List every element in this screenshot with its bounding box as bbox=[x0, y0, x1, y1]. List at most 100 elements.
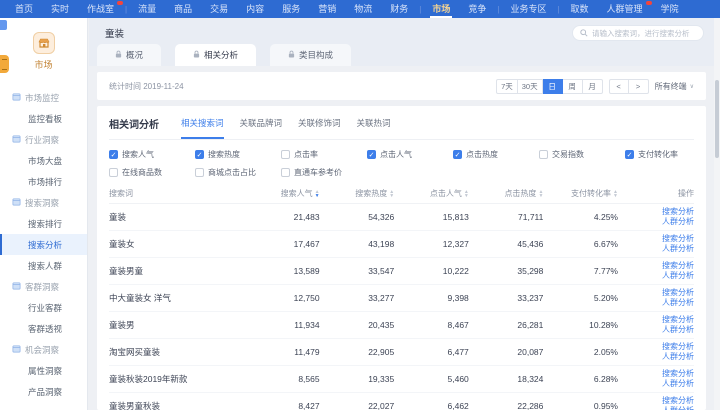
action-link-0[interactable]: 搜索分析 bbox=[662, 342, 694, 352]
column-header-label: 点击热度 bbox=[504, 189, 536, 198]
sort-arrows-icon[interactable]: ▲▼ bbox=[389, 190, 394, 198]
checkbox-icon[interactable] bbox=[539, 150, 548, 159]
vertical-scrollbar[interactable] bbox=[714, 18, 720, 410]
nav-item-16[interactable]: 业务专区 bbox=[501, 0, 555, 18]
nav-item-0[interactable]: 首页 bbox=[6, 0, 42, 18]
nav-item-8[interactable]: 服务 bbox=[273, 0, 309, 18]
sidebar-item-10[interactable]: 行业客群 bbox=[0, 297, 87, 318]
metric-checkbox-2[interactable]: 点击率 bbox=[281, 149, 367, 160]
scrollbar-thumb[interactable] bbox=[715, 80, 719, 158]
metric-label: 点击热度 bbox=[466, 149, 498, 160]
action-link-0[interactable]: 搜索分析 bbox=[662, 315, 694, 325]
metric-checkbox-6[interactable]: ✓支付转化率 bbox=[625, 149, 706, 160]
sidebar-item-8[interactable]: 搜索人群 bbox=[0, 255, 87, 276]
nav-item-4[interactable]: 流量 bbox=[129, 0, 165, 18]
sidebar-item-13[interactable]: 属性洞察 bbox=[0, 360, 87, 381]
nav-item-18[interactable]: 取数 bbox=[562, 0, 598, 18]
nav-item-13[interactable]: 市场 bbox=[423, 0, 459, 18]
panel-tab-1[interactable]: 关联品牌词 bbox=[240, 117, 283, 139]
action-link-0[interactable]: 搜索分析 bbox=[662, 207, 694, 217]
action-link-1[interactable]: 人群分析 bbox=[662, 271, 694, 281]
nav-item-1[interactable]: 实时 bbox=[42, 0, 78, 18]
range-button-1[interactable]: 30天 bbox=[518, 79, 543, 94]
date-range-segment: 7天30天日周月 bbox=[496, 79, 603, 94]
nav-item-20[interactable]: 学院 bbox=[652, 0, 688, 18]
action-link-1[interactable]: 人群分析 bbox=[662, 217, 694, 227]
nav-item-10[interactable]: 物流 bbox=[345, 0, 381, 18]
action-link-0[interactable]: 搜索分析 bbox=[662, 369, 694, 379]
sidebar-item-11[interactable]: 客群透视 bbox=[0, 318, 87, 339]
sidebar-item-3[interactable]: 市场大盘 bbox=[0, 150, 87, 171]
sort-arrows-icon[interactable]: ▲▼ bbox=[464, 190, 469, 198]
checkbox-icon[interactable] bbox=[281, 168, 290, 177]
metric-checkbox-0[interactable]: ✓搜索人气 bbox=[109, 149, 195, 160]
action-link-0[interactable]: 搜索分析 bbox=[662, 261, 694, 271]
floating-side-tag[interactable] bbox=[0, 55, 9, 73]
prev-page-button[interactable]: < bbox=[609, 79, 629, 94]
search-input[interactable] bbox=[592, 29, 696, 38]
checkbox-icon[interactable] bbox=[195, 168, 204, 177]
action-link-1[interactable]: 人群分析 bbox=[662, 379, 694, 389]
next-page-button[interactable]: > bbox=[629, 79, 649, 94]
sort-arrows-icon[interactable]: ▲▼ bbox=[315, 190, 320, 198]
column-header-2[interactable]: 搜索热度▲▼ bbox=[334, 188, 409, 199]
page-tab-2[interactable]: 类目构成 bbox=[270, 44, 351, 66]
action-link-1[interactable]: 人群分析 bbox=[662, 406, 694, 410]
page-tab-0[interactable]: 概况 bbox=[97, 44, 161, 66]
action-link-0[interactable]: 搜索分析 bbox=[662, 288, 694, 298]
related-words-panel: 相关词分析 相关搜索词关联品牌词关联修饰词关联热词 ✓搜索人气✓搜索热度点击率✓… bbox=[97, 106, 706, 410]
nav-item-6[interactable]: 交易 bbox=[201, 0, 237, 18]
metric-checkbox-7[interactable]: 在线商品数 bbox=[109, 167, 195, 178]
column-header-1[interactable]: 搜索人气▲▼ bbox=[259, 188, 334, 199]
column-header-3[interactable]: 点击人气▲▼ bbox=[408, 188, 483, 199]
range-button-0[interactable]: 7天 bbox=[496, 79, 518, 94]
sidebar-item-14[interactable]: 产品洞察 bbox=[0, 381, 87, 402]
metric-checkbox-5[interactable]: 交易指数 bbox=[539, 149, 625, 160]
checkbox-icon[interactable]: ✓ bbox=[367, 150, 376, 159]
action-link-1[interactable]: 人群分析 bbox=[662, 298, 694, 308]
sidebar-item-6[interactable]: 搜索排行 bbox=[0, 213, 87, 234]
action-link-0[interactable]: 搜索分析 bbox=[662, 396, 694, 406]
metric-checkbox-8[interactable]: 商城点击占比 bbox=[195, 167, 281, 178]
action-cell: 搜索分析人群分析 bbox=[632, 369, 694, 389]
checkbox-icon[interactable]: ✓ bbox=[625, 150, 634, 159]
checkbox-icon[interactable]: ✓ bbox=[453, 150, 462, 159]
nav-item-2[interactable]: 作战室 bbox=[78, 0, 123, 18]
action-link-1[interactable]: 人群分析 bbox=[662, 325, 694, 335]
column-header-5[interactable]: 支付转化率▲▼ bbox=[557, 188, 632, 199]
column-header-4[interactable]: 点击热度▲▼ bbox=[483, 188, 558, 199]
checkbox-icon[interactable]: ✓ bbox=[195, 150, 204, 159]
checkbox-icon[interactable]: ✓ bbox=[109, 150, 118, 159]
nav-item-19[interactable]: 人群管理 bbox=[598, 0, 652, 18]
panel-tab-2[interactable]: 关联修饰词 bbox=[298, 117, 341, 139]
metric-checkbox-9[interactable]: 直通车参考价 bbox=[281, 167, 367, 178]
nav-item-5[interactable]: 商品 bbox=[165, 0, 201, 18]
checkbox-icon[interactable] bbox=[109, 168, 118, 177]
terminal-filter-dropdown[interactable]: 所有终端 ∨ bbox=[655, 81, 694, 92]
keyword-search-box[interactable] bbox=[572, 25, 704, 41]
sidebar-item-1[interactable]: 监控看板 bbox=[0, 108, 87, 129]
panel-tab-0[interactable]: 相关搜索词 bbox=[181, 117, 224, 139]
metric-checkbox-3[interactable]: ✓点击人气 bbox=[367, 149, 453, 160]
metric-checkbox-4[interactable]: ✓ 点击热度 bbox=[453, 149, 539, 160]
action-link-0[interactable]: 搜索分析 bbox=[662, 234, 694, 244]
nav-item-9[interactable]: 营销 bbox=[309, 0, 345, 18]
nav-item-11[interactable]: 财务 bbox=[381, 0, 417, 18]
range-button-2[interactable]: 日 bbox=[543, 79, 563, 94]
lock-icon bbox=[288, 50, 295, 60]
action-link-1[interactable]: 人群分析 bbox=[662, 244, 694, 254]
range-button-4[interactable]: 月 bbox=[583, 79, 603, 94]
action-link-1[interactable]: 人群分析 bbox=[662, 352, 694, 362]
nav-item-14[interactable]: 竞争 bbox=[459, 0, 495, 18]
range-button-3[interactable]: 周 bbox=[563, 79, 583, 94]
sidebar-item-7[interactable]: 搜索分析 bbox=[0, 234, 87, 255]
sidebar-item-4[interactable]: 市场排行 bbox=[0, 171, 87, 192]
panel-tab-3[interactable]: 关联热词 bbox=[357, 117, 391, 139]
nav-item-7[interactable]: 内容 bbox=[237, 0, 273, 18]
sort-arrows-icon[interactable]: ▲▼ bbox=[613, 190, 618, 198]
checkbox-icon[interactable] bbox=[281, 150, 290, 159]
page-tab-1[interactable]: 相关分析 bbox=[175, 44, 256, 66]
value-cell-2: 9,398 bbox=[408, 293, 483, 303]
metric-checkbox-1[interactable]: ✓搜索热度 bbox=[195, 149, 281, 160]
sort-arrows-icon[interactable]: ▲▼ bbox=[538, 190, 543, 198]
